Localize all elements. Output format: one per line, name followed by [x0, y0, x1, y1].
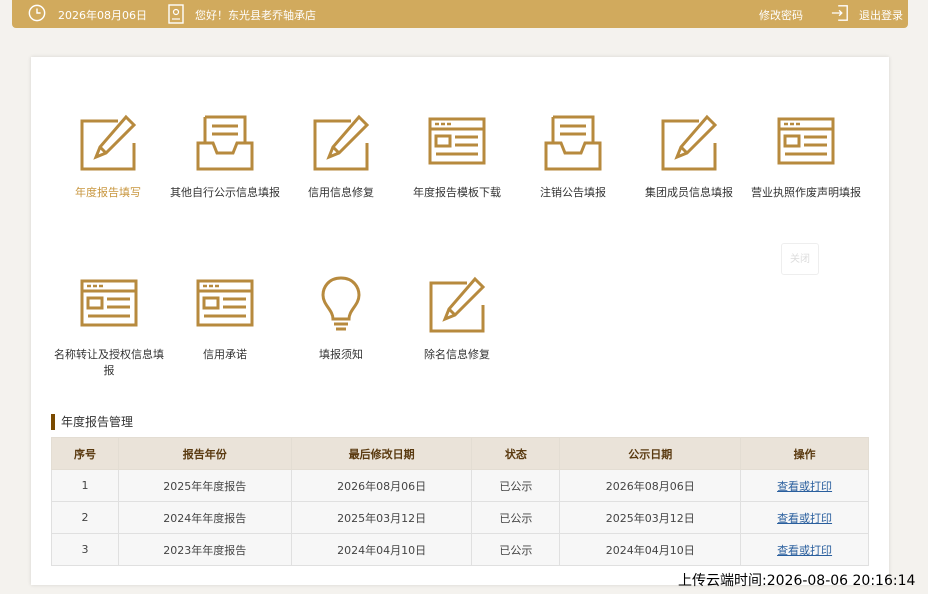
cell-index: 1 — [51, 469, 119, 502]
cell-report-year: 2023年年度报告 — [117, 533, 292, 566]
column-header: 操作 — [740, 437, 869, 470]
cell-public-date: 2025年03月12日 — [559, 501, 742, 534]
greeting-text: 您好！东光县老乔轴承店 — [195, 9, 316, 22]
browser-window-icon — [428, 117, 486, 165]
cell-modified-date: 2024年04月10日 — [290, 533, 473, 566]
browser-window-icon — [80, 279, 138, 327]
inbox-tray-icon — [196, 115, 254, 171]
pencil-form-icon — [313, 114, 370, 171]
inbox-tray-icon — [544, 115, 602, 171]
section-title: 年度报告管理 — [51, 414, 133, 430]
tile-annual-report-fill[interactable]: 年度报告填写 — [48, 113, 168, 223]
tile-template-download[interactable]: 年度报告模板下载 — [397, 113, 517, 223]
logout-icon[interactable] — [831, 4, 849, 22]
table-row: 3 2023年年度报告 2024年04月10日 已公示 2024年04月10日 … — [51, 533, 869, 566]
cell-status: 已公示 — [471, 469, 561, 502]
table-row: 2 2024年年度报告 2025年03月12日 已公示 2025年03月12日 … — [51, 501, 869, 534]
column-header: 状态 — [471, 437, 561, 470]
cell-index: 2 — [51, 501, 119, 534]
tile-credit-promise[interactable]: 信用承诺 — [165, 275, 285, 385]
browser-window-icon — [777, 117, 835, 165]
tile-name-transfer[interactable]: 名称转让及授权信息填报 — [49, 275, 169, 385]
cell-action: 查看或打印 — [740, 469, 869, 502]
cell-action: 查看或打印 — [740, 501, 869, 534]
column-header: 报告年份 — [117, 437, 292, 470]
view-print-link[interactable]: 查看或打印 — [777, 480, 832, 493]
close-button[interactable]: 关闭 — [781, 243, 819, 275]
tile-filing-notes[interactable]: 填报须知 — [281, 275, 401, 385]
tile-label: 名称转让及授权信息填报 — [54, 348, 164, 377]
column-header: 序号 — [51, 437, 119, 470]
tile-label: 营业执照作废声明填报 — [751, 186, 861, 199]
top-bar: 2026年08月06日 您好！东光县老乔轴承店 修改密码 退出登录 — [12, 0, 908, 28]
change-password-link[interactable]: 修改密码 — [759, 7, 803, 23]
cell-report-year: 2025年年度报告 — [117, 469, 292, 502]
tile-removal-repair[interactable]: 除名信息修复 — [397, 275, 517, 385]
tile-credit-repair[interactable]: 信用信息修复 — [281, 113, 401, 223]
pencil-form-icon — [80, 114, 137, 171]
lightbulb-icon — [321, 276, 361, 331]
tile-label: 除名信息修复 — [424, 348, 490, 361]
cell-status: 已公示 — [471, 501, 561, 534]
tile-license-void-statement[interactable]: 营业执照作废声明填报 — [746, 113, 866, 223]
id-badge-icon — [168, 4, 184, 24]
cell-index: 3 — [51, 533, 119, 566]
cell-action: 查看或打印 — [740, 533, 869, 566]
table-header-row: 序号 报告年份 最后修改日期 状态 公示日期 操作 — [51, 437, 869, 470]
clock-icon — [28, 4, 46, 22]
pencil-form-icon — [429, 276, 486, 333]
pencil-form-icon — [661, 114, 718, 171]
table-row: 1 2025年年度报告 2026年08月06日 已公示 2026年08月06日 … — [51, 469, 869, 502]
cell-public-date: 2024年04月10日 — [559, 533, 742, 566]
main-panel: 年度报告填写 其他自行公示信息填报 信用信息修复 年度报告模板下载 注销公告填报… — [31, 57, 889, 585]
tile-cancellation-notice[interactable]: 注销公告填报 — [513, 113, 633, 223]
column-header: 最后修改日期 — [290, 437, 473, 470]
cell-modified-date: 2025年03月12日 — [290, 501, 473, 534]
column-header: 公示日期 — [559, 437, 742, 470]
annual-report-table: 序号 报告年份 最后修改日期 状态 公示日期 操作 1 2025年年度报告 20… — [51, 437, 869, 566]
view-print-link[interactable]: 查看或打印 — [777, 512, 832, 525]
cell-report-year: 2024年年度报告 — [117, 501, 292, 534]
current-date: 2026年08月06日 — [58, 9, 147, 22]
logout-link[interactable]: 退出登录 — [859, 7, 903, 23]
browser-window-icon — [196, 279, 254, 327]
cell-public-date: 2026年08月06日 — [559, 469, 742, 502]
cell-status: 已公示 — [471, 533, 561, 566]
tile-group-members[interactable]: 集团成员信息填报 — [629, 113, 749, 223]
upload-timestamp: 上传云端时间:2026-08-06 20:16:14 — [678, 573, 916, 589]
view-print-link[interactable]: 查看或打印 — [777, 544, 832, 557]
cell-modified-date: 2026年08月06日 — [290, 469, 473, 502]
tile-other-disclosure[interactable]: 其他自行公示信息填报 — [165, 113, 285, 223]
